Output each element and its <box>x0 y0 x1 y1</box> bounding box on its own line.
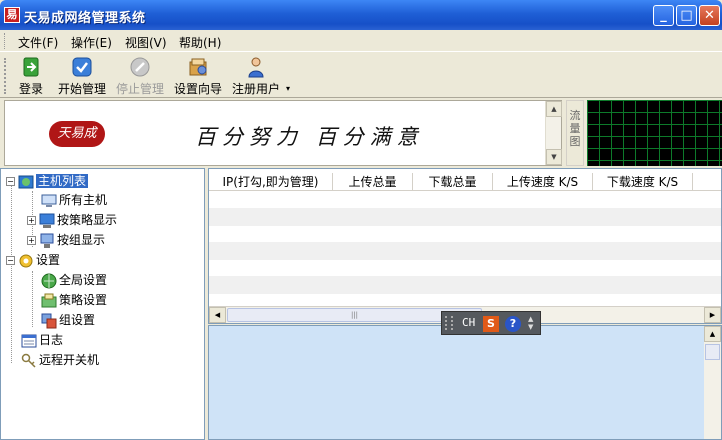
table-row[interactable] <box>209 192 721 209</box>
maximize-button[interactable]: □ <box>676 5 697 26</box>
ime-grip[interactable] <box>445 316 453 330</box>
host-list-icon <box>18 175 34 188</box>
tree-node-remote-power[interactable]: 远程开关机 <box>21 351 99 369</box>
sogou-input-icon[interactable]: S <box>483 316 499 332</box>
toolbar: 登录 开始管理 停止管理 设置向导 注册用户 ▾ <box>0 52 722 98</box>
scroll-up-icon[interactable]: ▲ <box>704 326 721 342</box>
tree-node-by-group[interactable]: + 按组显示 <box>27 231 105 249</box>
column-upload-speed[interactable]: 上传速度 K/S <box>493 173 593 191</box>
tree-node-group-settings[interactable]: 组设置 <box>41 311 95 329</box>
key-icon <box>21 353 36 368</box>
tree-node-all-hosts[interactable]: 所有主机 <box>41 191 107 209</box>
setup-wizard-label: 设置向导 <box>173 82 222 96</box>
tree-label-global-settings: 全局设置 <box>59 273 108 287</box>
start-check-icon <box>72 57 92 77</box>
host-table: IP(打勾,即为管理) 上传总量 下载总量 上传速度 K/S 下载速度 K/S … <box>208 168 722 324</box>
expand-icon[interactable]: + <box>27 216 36 225</box>
ime-language-bar[interactable]: CH S ? ▲ ▼ <box>441 311 541 335</box>
traffic-graph <box>587 100 722 166</box>
tree-node-global-settings[interactable]: 全局设置 <box>41 271 107 289</box>
login-icon <box>23 57 39 77</box>
tree-node-settings[interactable]: − 设置 <box>6 251 60 269</box>
user-icon <box>248 57 264 78</box>
toolbar-more-icon[interactable]: ▾ <box>286 84 290 93</box>
column-download-total[interactable]: 下载总量 <box>413 173 493 191</box>
tree-label-host-list: 主机列表 <box>36 174 89 188</box>
brand-logo: 天易成 <box>49 121 105 147</box>
group-icon <box>41 313 57 328</box>
menu-view[interactable]: 视图(V) <box>125 34 167 51</box>
table-row[interactable] <box>209 260 721 277</box>
start-manage-label: 开始管理 <box>57 82 106 96</box>
log-icon <box>21 334 37 347</box>
table-row[interactable] <box>209 226 721 243</box>
column-ip[interactable]: IP(打勾,即为管理) <box>209 173 333 191</box>
ime-options-icon[interactable]: ▲ ▼ <box>528 315 533 331</box>
tree-label-by-group: 按组显示 <box>57 233 106 247</box>
host-tree: − 主机列表 所有主机 + 按策略显示 + 按组显示 − 设置 全局设置 策略设置 组设… <box>0 168 205 440</box>
ime-language-indicator[interactable]: CH <box>462 316 475 329</box>
scroll-left-icon[interactable]: ◀ <box>209 307 226 323</box>
title-bar[interactable]: 易 天易成网络管理系统 _ □ ✕ <box>0 0 722 30</box>
stop-manage-button[interactable]: 停止管理 <box>114 56 166 96</box>
stop-manage-label: 停止管理 <box>115 82 164 96</box>
window-title: 天易成网络管理系统 <box>24 11 146 26</box>
setup-wizard-button[interactable]: 设置向导 <box>172 56 224 96</box>
scroll-down-icon[interactable]: ▼ <box>546 149 562 165</box>
menu-bar: 文件(F) 操作(E) 视图(V) 帮助(H) <box>0 30 722 52</box>
tree-label-log: 日志 <box>39 333 64 347</box>
table-row[interactable] <box>209 209 721 226</box>
banner-slogan: 百分努力 百分满意 <box>195 125 424 149</box>
monitor-icon <box>39 213 55 228</box>
global-settings-icon <box>41 273 57 288</box>
tree-node-log[interactable]: 日志 <box>21 331 63 349</box>
tree-label-remote-power: 远程开关机 <box>39 353 100 367</box>
start-manage-button[interactable]: 开始管理 <box>56 56 108 96</box>
stop-icon <box>130 57 150 77</box>
tree-label-by-policy: 按策略显示 <box>57 213 118 227</box>
register-user-label: 注册用户 <box>231 82 280 96</box>
banner: 天易成 百分努力 百分满意 ▲ ▼ <box>4 100 562 166</box>
app-icon[interactable]: 易 <box>4 7 20 23</box>
log-panel[interactable]: ▲ <box>208 325 722 440</box>
tree-node-policy-settings[interactable]: 策略设置 <box>41 291 107 309</box>
policy-icon <box>41 293 57 307</box>
table-row[interactable] <box>209 277 721 294</box>
tree-label-group-settings: 组设置 <box>59 313 96 327</box>
scroll-right-icon[interactable]: ▶ <box>704 307 721 323</box>
tree-label-policy-settings: 策略设置 <box>59 293 108 307</box>
table-header: IP(打勾,即为管理) 上传总量 下载总量 上传速度 K/S 下载速度 K/S <box>209 173 721 191</box>
scroll-thumb[interactable] <box>705 344 720 360</box>
collapse-icon[interactable]: − <box>6 177 15 186</box>
wizard-icon <box>189 58 207 76</box>
login-label: 登录 <box>18 82 43 96</box>
menu-operate[interactable]: 操作(E) <box>71 34 112 51</box>
tree-label-all-hosts: 所有主机 <box>59 193 108 207</box>
column-upload-total[interactable]: 上传总量 <box>333 173 413 191</box>
tree-label-settings: 设置 <box>36 253 61 267</box>
computer-icon <box>41 194 57 207</box>
settings-gear-icon <box>19 254 33 267</box>
expand-icon[interactable]: + <box>27 236 36 245</box>
collapse-icon[interactable]: − <box>6 256 15 265</box>
minimize-button[interactable]: _ <box>653 5 674 26</box>
column-download-speed[interactable]: 下载速度 K/S <box>593 173 693 191</box>
login-button[interactable]: 登录 <box>16 56 46 96</box>
traffic-chart-label: 流量图 <box>566 100 584 166</box>
scroll-up-icon[interactable]: ▲ <box>546 101 562 117</box>
register-user-button[interactable]: 注册用户 <box>230 56 282 96</box>
network-computer-icon <box>40 233 54 248</box>
tree-node-by-policy[interactable]: + 按策略显示 <box>27 211 117 229</box>
banner-scrollbar[interactable]: ▲ ▼ <box>545 101 562 165</box>
close-button[interactable]: ✕ <box>699 5 720 26</box>
menubar-grip[interactable] <box>4 33 7 49</box>
toolbar-grip[interactable] <box>4 58 7 94</box>
menu-file[interactable]: 文件(F) <box>18 34 58 51</box>
menu-help[interactable]: 帮助(H) <box>179 34 221 51</box>
log-vscrollbar[interactable]: ▲ <box>704 326 721 439</box>
help-icon[interactable]: ? <box>505 316 521 332</box>
tree-node-host-list[interactable]: − 主机列表 <box>6 172 89 190</box>
table-row[interactable] <box>209 243 721 260</box>
